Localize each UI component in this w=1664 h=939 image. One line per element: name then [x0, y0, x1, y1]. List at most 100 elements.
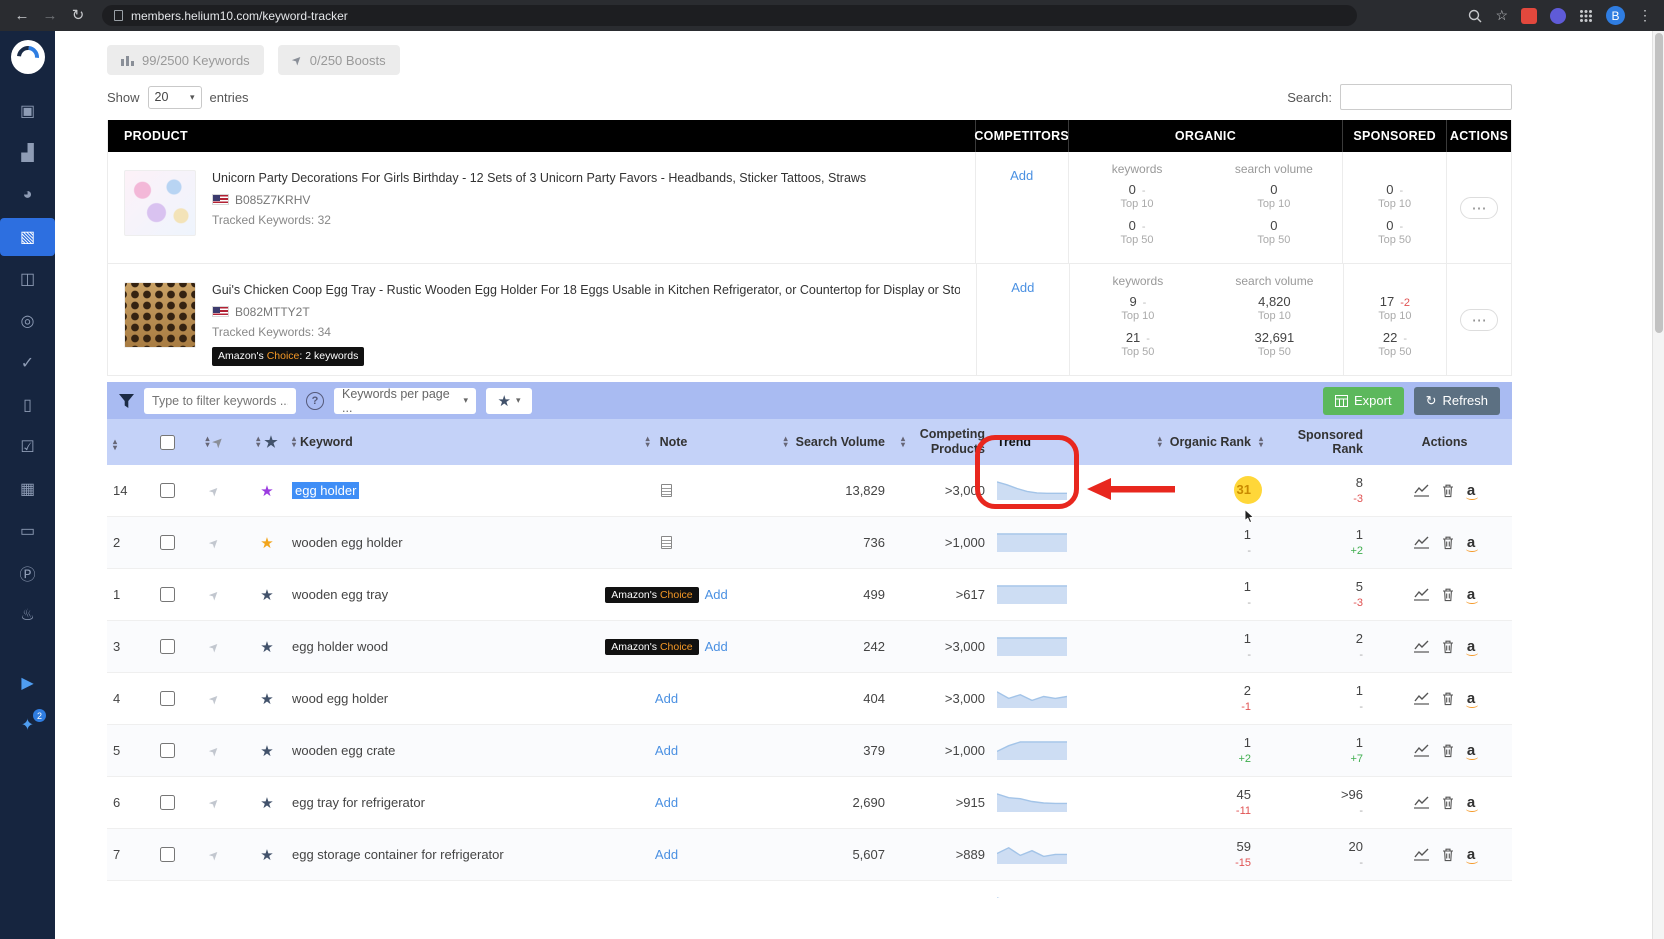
- row-checkbox[interactable]: [159, 535, 175, 550]
- header-organic-rank[interactable]: Organic Rank: [1099, 435, 1259, 449]
- lamp-tool-icon[interactable]: ♨: [0, 596, 55, 634]
- amazon-link-button[interactable]: a: [1465, 483, 1479, 500]
- rank-history-button[interactable]: [1413, 744, 1429, 757]
- back-button[interactable]: ←: [12, 0, 32, 31]
- keyword-text[interactable]: egg holder: [292, 482, 360, 499]
- star-icon[interactable]: ★: [260, 638, 273, 656]
- zoom-icon[interactable]: [1468, 9, 1482, 23]
- keyword-text[interactable]: egg tray for refrigerator: [292, 795, 425, 810]
- add-note-link[interactable]: Add: [655, 795, 678, 810]
- p-circle-tool-icon[interactable]: Ⓟ: [0, 554, 55, 592]
- check-circle-tool-icon[interactable]: ✓: [0, 344, 55, 382]
- star-icon[interactable]: ★: [260, 846, 273, 864]
- row-checkbox[interactable]: [159, 847, 175, 862]
- box-tool-icon[interactable]: ▣: [0, 92, 55, 130]
- note-icon[interactable]: [661, 536, 672, 549]
- target-tool-icon[interactable]: ◎: [0, 302, 55, 340]
- checklist-tool-icon[interactable]: ☑: [0, 428, 55, 466]
- boost-rocket-icon[interactable]: ➤: [206, 690, 223, 707]
- apps-grid-icon[interactable]: [1579, 9, 1593, 23]
- header-boost[interactable]: ➤: [187, 433, 242, 450]
- boost-rocket-icon[interactable]: ➤: [206, 794, 223, 811]
- product-actions-menu-button[interactable]: ⋯: [1460, 196, 1499, 219]
- product-actions-menu-button[interactable]: ⋯: [1460, 308, 1499, 331]
- note-icon[interactable]: [661, 484, 672, 497]
- product-title[interactable]: Gui's Chicken Coop Egg Tray - Rustic Woo…: [212, 282, 960, 300]
- scrollbar-thumb[interactable]: [1655, 33, 1663, 333]
- star-icon[interactable]: ★: [260, 534, 273, 552]
- amazon-link-button[interactable]: a: [1465, 639, 1479, 656]
- keyword-text[interactable]: egg storage container for refrigerator: [292, 847, 504, 862]
- amazon-link-button[interactable]: a: [1465, 795, 1479, 812]
- delete-keyword-button[interactable]: [1442, 588, 1454, 602]
- keyword-text[interactable]: wood egg holder: [292, 691, 388, 706]
- bookmark-star-icon[interactable]: ☆: [1495, 7, 1508, 24]
- keyword-text[interactable]: wooden egg crate: [292, 743, 395, 758]
- amazon-link-button[interactable]: a: [1465, 587, 1479, 604]
- chart-tool-icon[interactable]: ▟: [0, 134, 55, 172]
- row-checkbox[interactable]: [159, 795, 175, 810]
- add-note-link[interactable]: Add: [655, 743, 678, 758]
- delete-keyword-button[interactable]: [1442, 484, 1454, 498]
- help-icon[interactable]: ?: [306, 391, 324, 410]
- keyword-tracker-icon[interactable]: ▧: [0, 218, 55, 256]
- delete-keyword-button[interactable]: [1442, 796, 1454, 810]
- row-checkbox[interactable]: [159, 743, 175, 758]
- keywords-per-page-select[interactable]: Keywords per page ...: [334, 387, 476, 415]
- keyword-text[interactable]: egg holder wood: [292, 639, 388, 654]
- add-competitor-link[interactable]: Add: [1011, 280, 1034, 375]
- header-rank-order[interactable]: [107, 433, 147, 451]
- refresh-button[interactable]: ↻ Refresh: [1413, 386, 1500, 415]
- header-sponsored-rank[interactable]: Sponsored Rank: [1259, 428, 1377, 456]
- helium10-extension-icon[interactable]: [1521, 7, 1537, 24]
- rank-history-button[interactable]: [1413, 796, 1429, 809]
- delete-keyword-button[interactable]: [1442, 640, 1454, 654]
- boost-rocket-icon[interactable]: ➤: [206, 534, 223, 551]
- rank-history-button[interactable]: [1413, 848, 1429, 861]
- boost-rocket-icon[interactable]: ➤: [206, 482, 223, 499]
- entries-select[interactable]: 20: [147, 85, 202, 109]
- star-icon[interactable]: ★: [260, 898, 273, 899]
- amazon-link-button[interactable]: a: [1465, 847, 1479, 864]
- browser-menu-icon[interactable]: ⋮: [1638, 7, 1652, 24]
- header-competing-products[interactable]: Competing Products: [889, 427, 989, 457]
- boost-rocket-icon[interactable]: ➤: [206, 586, 223, 603]
- grid-tool-icon[interactable]: ▦: [0, 470, 55, 508]
- header-note[interactable]: Note: [609, 435, 724, 449]
- reload-button[interactable]: ↻: [68, 0, 88, 31]
- pin-icon[interactable]: ✦ 2: [0, 706, 55, 744]
- keyword-text[interactable]: wooden egg tray: [292, 587, 388, 602]
- star-filter-dropdown[interactable]: ★: [486, 387, 532, 414]
- boost-rocket-icon[interactable]: ➤: [206, 742, 223, 759]
- boost-rocket-icon[interactable]: ➤: [206, 638, 223, 655]
- row-checkbox[interactable]: [159, 587, 175, 602]
- play-circle-icon[interactable]: ▶: [0, 664, 55, 702]
- disc-tool-icon[interactable]: ◕: [0, 176, 55, 214]
- rank-history-button[interactable]: [1413, 588, 1429, 601]
- row-checkbox[interactable]: [159, 639, 175, 654]
- keyword-text[interactable]: wooden egg holder: [292, 535, 403, 550]
- product-title[interactable]: Unicorn Party Decorations For Girls Birt…: [212, 170, 866, 188]
- header-starred[interactable]: ★: [242, 433, 292, 451]
- amazon-link-button[interactable]: a: [1465, 535, 1479, 552]
- delete-keyword-button[interactable]: [1442, 536, 1454, 550]
- split-card-tool-icon[interactable]: ◫: [0, 260, 55, 298]
- delete-keyword-button[interactable]: [1442, 692, 1454, 706]
- delete-keyword-button[interactable]: [1442, 744, 1454, 758]
- amazon-link-button[interactable]: a: [1465, 691, 1479, 708]
- add-competitor-link[interactable]: Add: [1010, 168, 1033, 263]
- truck-tool-icon[interactable]: ▭: [0, 512, 55, 550]
- keyword-filter-input[interactable]: [144, 387, 296, 414]
- address-bar[interactable]: members.helium10.com/keyword-tracker: [102, 5, 1357, 26]
- row-checkbox[interactable]: [159, 691, 175, 706]
- rank-history-button[interactable]: [1413, 692, 1429, 705]
- forward-button[interactable]: →: [40, 0, 60, 31]
- row-checkbox[interactable]: [159, 483, 175, 498]
- rank-history-button[interactable]: [1413, 536, 1429, 549]
- rank-history-button[interactable]: [1413, 640, 1429, 653]
- helium10-logo[interactable]: [10, 40, 45, 74]
- star-icon[interactable]: ★: [260, 794, 273, 812]
- add-note-link[interactable]: Add: [655, 847, 678, 862]
- filter-funnel-icon[interactable]: [119, 393, 134, 408]
- star-icon[interactable]: ★: [260, 742, 273, 760]
